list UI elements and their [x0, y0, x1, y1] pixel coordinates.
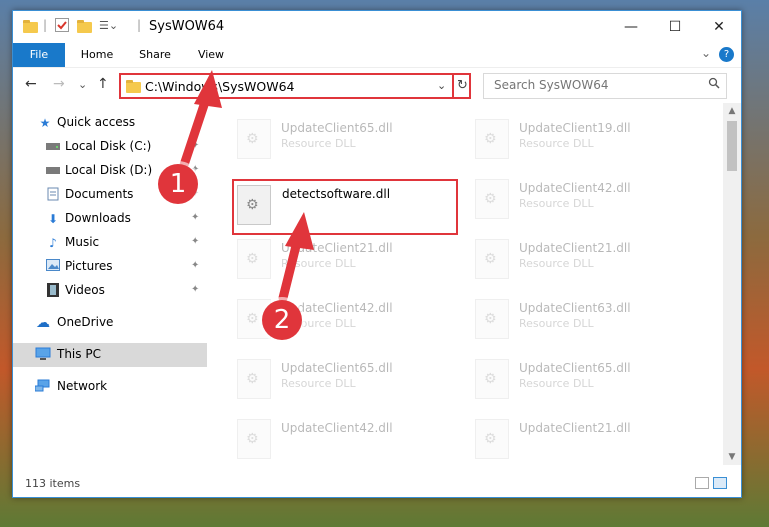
step-1-badge: 1 [158, 164, 198, 204]
arrow-1 [178, 70, 222, 173]
annotation-arrows [178, 70, 314, 303]
arrow-2 [278, 212, 314, 303]
step-2-badge: 2 [262, 300, 302, 340]
